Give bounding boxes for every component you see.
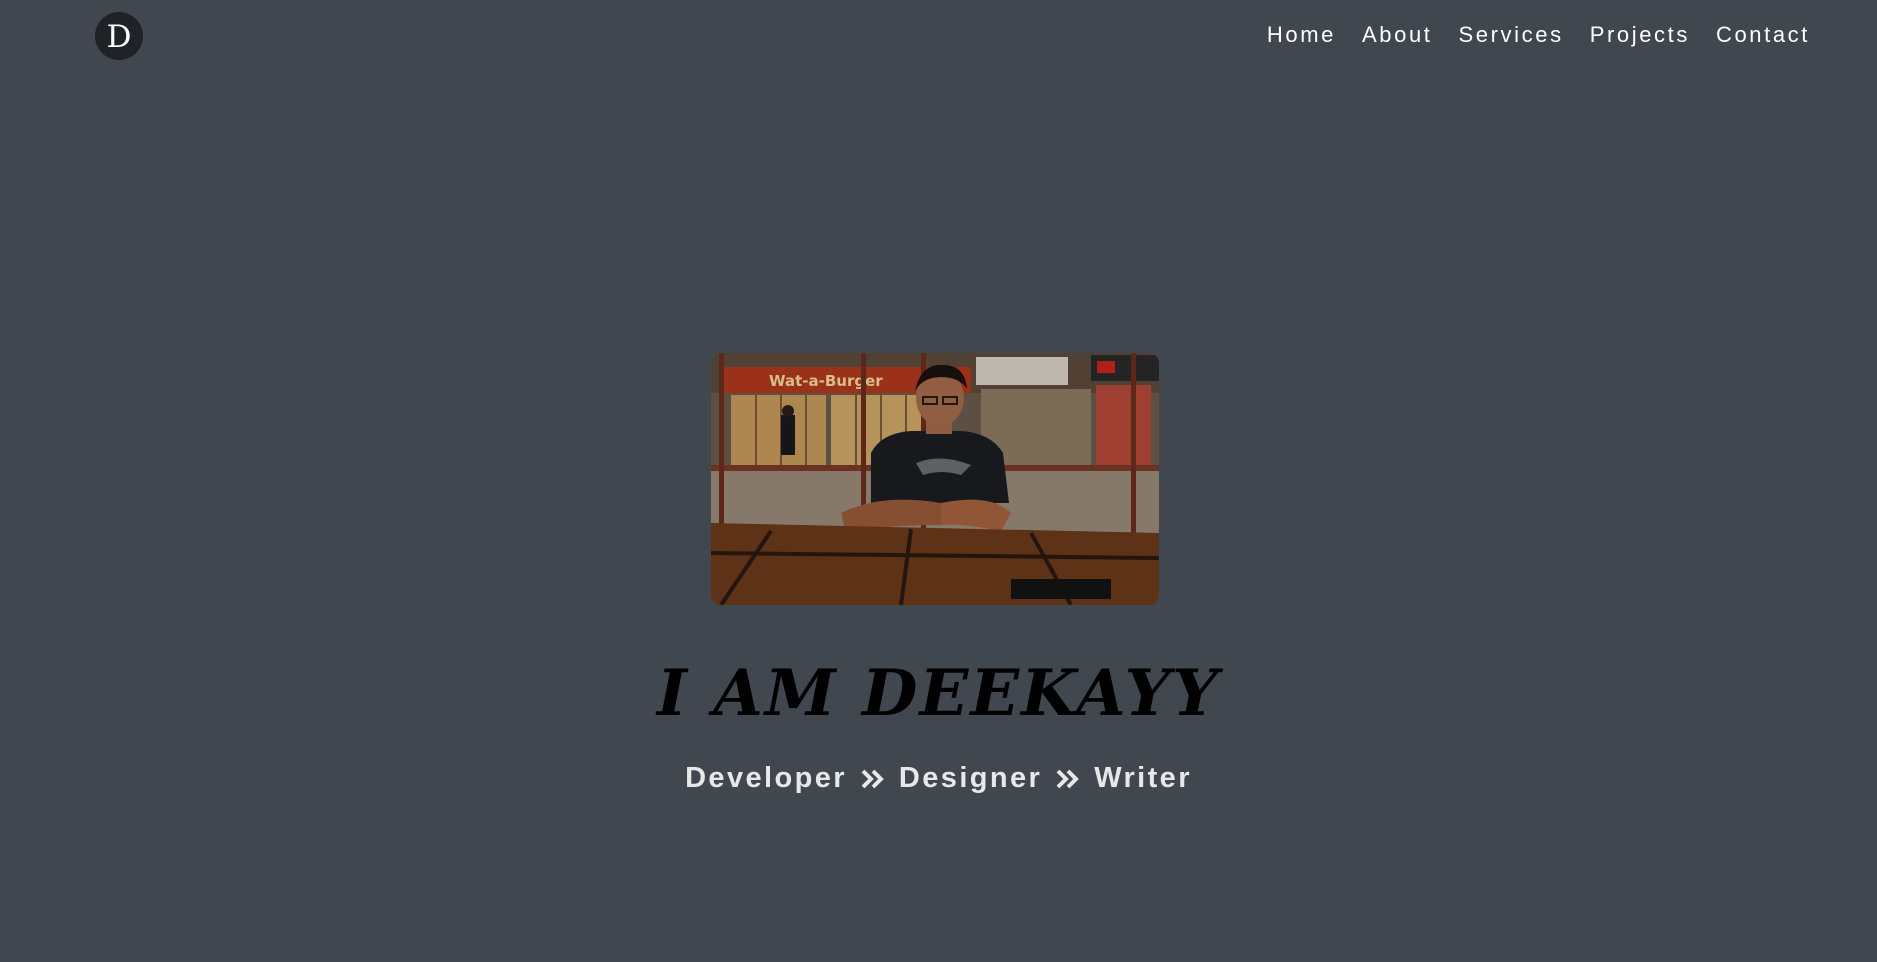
main-nav: Home About Services Projects Contact [1267,22,1810,48]
logo-letter: D [106,18,132,55]
nav-about-link[interactable]: About [1362,22,1433,48]
role-designer: Designer [898,762,1043,794]
double-chevron-right-icon [861,768,885,790]
logo[interactable]: D [95,12,143,60]
role-writer: Writer [1094,762,1192,794]
nav-projects-link[interactable]: Projects [1590,22,1690,48]
nav-home-link[interactable]: Home [1267,22,1336,48]
nav-services-link[interactable]: Services [1459,22,1564,48]
hero-roles: Developer Designer Writer [0,762,1877,795]
role-developer: Developer [685,762,847,794]
nav-contact-link[interactable]: Contact [1716,22,1810,48]
double-chevron-right-icon [1056,768,1080,790]
hero-title: I AM DEEKAYY [657,656,1220,731]
profile-photo: Wat-a-Burger [711,353,1159,605]
